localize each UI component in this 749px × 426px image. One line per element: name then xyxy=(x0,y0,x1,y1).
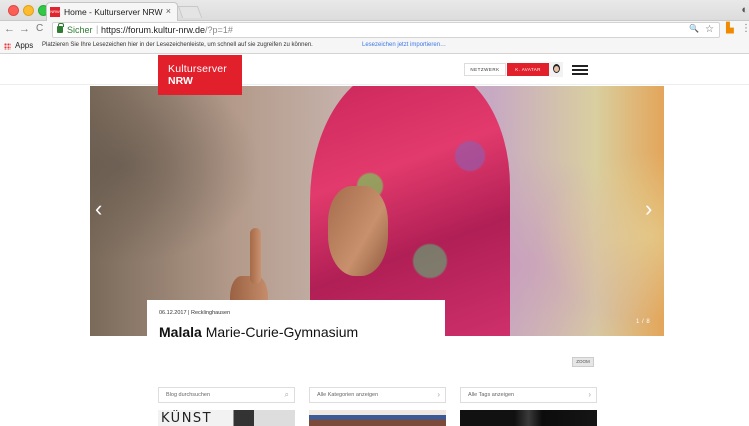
back-arrow-icon[interactable]: ← xyxy=(4,23,15,35)
bookmarks-bar: Apps Platzieren Sie Ihre Lesezeichen hie… xyxy=(0,39,749,54)
hero-slider[interactable]: ‹ › 1 / 8 xyxy=(90,86,664,336)
tab-title: Home - Kulturserver NRW xyxy=(64,7,163,17)
slider-next-icon[interactable]: › xyxy=(645,198,652,220)
lock-icon xyxy=(57,23,64,33)
slider-prev-icon[interactable]: ‹ xyxy=(95,198,102,220)
chevron-right-icon: › xyxy=(437,390,440,399)
bookmarks-hint: Platzieren Sie Ihre Lesezeichen hier in … xyxy=(42,42,313,48)
caption-title[interactable]: Malala Marie-Curie-Gymnasium xyxy=(159,324,445,340)
logo-line1: Kulturserver xyxy=(168,63,228,75)
browser-titlebar: NRW Home - Kulturserver NRW × ◐ xyxy=(0,0,749,21)
hero-image-face xyxy=(328,186,388,276)
tags-dropdown[interactable]: Alle Tags anzeigen › xyxy=(460,387,597,403)
site-header: Kulturserver NRW NETZWERK K. AVATAR xyxy=(0,55,749,95)
site-logo[interactable]: Kulturserver NRW xyxy=(158,55,242,95)
apps-button[interactable]: Apps xyxy=(15,41,33,50)
blog-thumbnail-1[interactable]: KÜNST xyxy=(158,410,295,426)
url-separator: | xyxy=(96,24,99,34)
hero-image-finger xyxy=(250,228,261,284)
browser-toolbar: ← → C Sicher | https://forum.kultur-nrw.… xyxy=(0,21,749,39)
address-bar[interactable]: Sicher | https://forum.kultur-nrw.de/?p=… xyxy=(52,22,720,38)
chevron-right-icon: › xyxy=(588,390,591,399)
thumbnail-text: KÜNST xyxy=(161,411,213,426)
tab-favicon-icon: NRW xyxy=(50,7,60,17)
zoom-icon[interactable]: 🔍 xyxy=(689,24,699,33)
star-icon[interactable]: ☆ xyxy=(705,24,714,35)
reload-icon[interactable]: C xyxy=(36,23,43,34)
search-icon[interactable]: ⌕ xyxy=(285,390,289,400)
extension-icon[interactable]: ▙ xyxy=(726,23,734,34)
netzwerk-button[interactable]: NETZWERK xyxy=(464,63,506,76)
url-text[interactable]: https://forum.kultur-nrw.de/?p=1# xyxy=(101,25,233,35)
window-close-button[interactable] xyxy=(8,5,19,16)
logo-line2: NRW xyxy=(168,75,193,87)
tab-close-icon[interactable]: × xyxy=(166,6,171,16)
avatar-face xyxy=(554,66,559,72)
slide-counter: 1 / 8 xyxy=(636,319,651,325)
window-minimize-button[interactable] xyxy=(23,5,34,16)
categories-dropdown[interactable]: Alle Kategorien anzeigen › xyxy=(309,387,446,403)
caption-meta: 06.12.2017 | Recklinghausen xyxy=(159,310,231,316)
hamburger-menu-icon[interactable] xyxy=(572,65,588,75)
apps-grid-icon[interactable] xyxy=(4,43,11,50)
tags-label: Alle Tags anzeigen xyxy=(468,392,515,398)
import-bookmarks-link[interactable]: Lesezeichen jetzt importieren… xyxy=(362,42,446,48)
new-tab-button[interactable] xyxy=(177,6,203,18)
zoom-button[interactable]: ZOOM xyxy=(572,357,594,367)
blog-thumbnail-3[interactable] xyxy=(460,410,597,426)
user-account-button[interactable]: K. AVATAR xyxy=(507,63,549,76)
hero-caption[interactable]: 06.12.2017 | Recklinghausen Malala Marie… xyxy=(147,300,445,348)
secure-label: Sicher xyxy=(67,25,93,35)
blog-search-input[interactable]: Blog durchsuchen ⌕ xyxy=(158,387,295,403)
profile-icon[interactable]: ◐ xyxy=(741,4,748,16)
forward-arrow-icon[interactable]: → xyxy=(19,23,30,35)
blog-thumbnail-2[interactable] xyxy=(309,410,446,426)
avatar[interactable] xyxy=(549,62,563,77)
browser-menu-icon[interactable]: ⋮ xyxy=(741,23,749,34)
browser-tab-active[interactable]: NRW Home - Kulturserver NRW × xyxy=(46,2,178,21)
categories-label: Alle Kategorien anzeigen xyxy=(317,392,379,398)
blog-search-placeholder: Blog durchsuchen xyxy=(166,392,211,398)
